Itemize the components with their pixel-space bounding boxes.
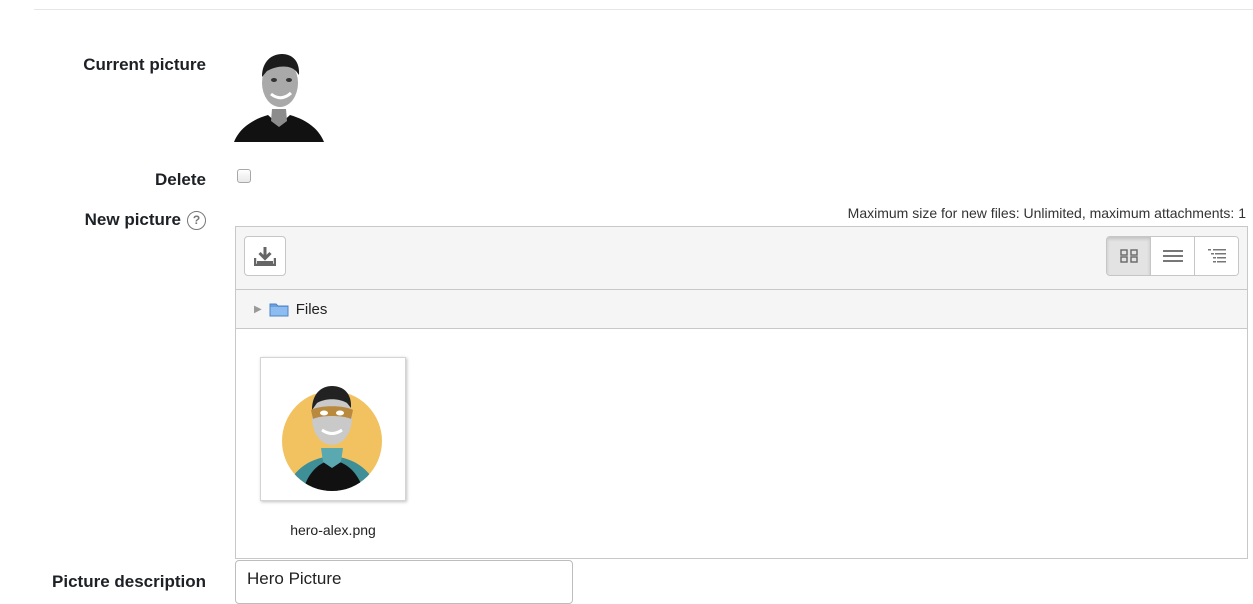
file-manager-toolbar [236,227,1247,290]
file-thumbnail[interactable] [260,357,406,501]
hero-alex-thumbnail-image [282,386,382,491]
picture-description-label: Picture description [52,572,206,591]
tree-icon [1207,249,1226,263]
help-icon[interactable]: ? [187,211,206,230]
view-tree-button[interactable] [1194,237,1238,275]
folder-icon [269,303,289,316]
file-name-label[interactable]: hero-alex.png [258,522,408,538]
view-mode-group [1106,236,1239,276]
add-file-button[interactable] [244,236,286,276]
new-picture-label-text: New picture [84,210,181,229]
file-path-bar: ▶ Files [236,290,1247,329]
path-label[interactable]: Files [296,301,328,318]
current-avatar-image [234,49,324,142]
view-list-button[interactable] [1150,237,1194,275]
new-picture-label: New picture? [85,210,206,230]
picture-description-input[interactable]: Hero Picture [235,560,573,604]
view-icons-button[interactable] [1107,237,1150,275]
top-divider [34,9,1253,10]
expand-arrow-icon[interactable]: ▶ [254,304,262,315]
file-manager: ▶ Files hero-alex.png [235,226,1248,559]
max-size-text: Maximum size for new files: Unlimited, m… [847,205,1246,221]
delete-checkbox[interactable] [237,169,251,183]
grid-icon [1119,249,1138,263]
current-picture-label: Current picture [83,55,206,74]
delete-label: Delete [154,170,206,189]
list-icon [1162,250,1183,262]
download-tray-icon [254,247,276,266]
